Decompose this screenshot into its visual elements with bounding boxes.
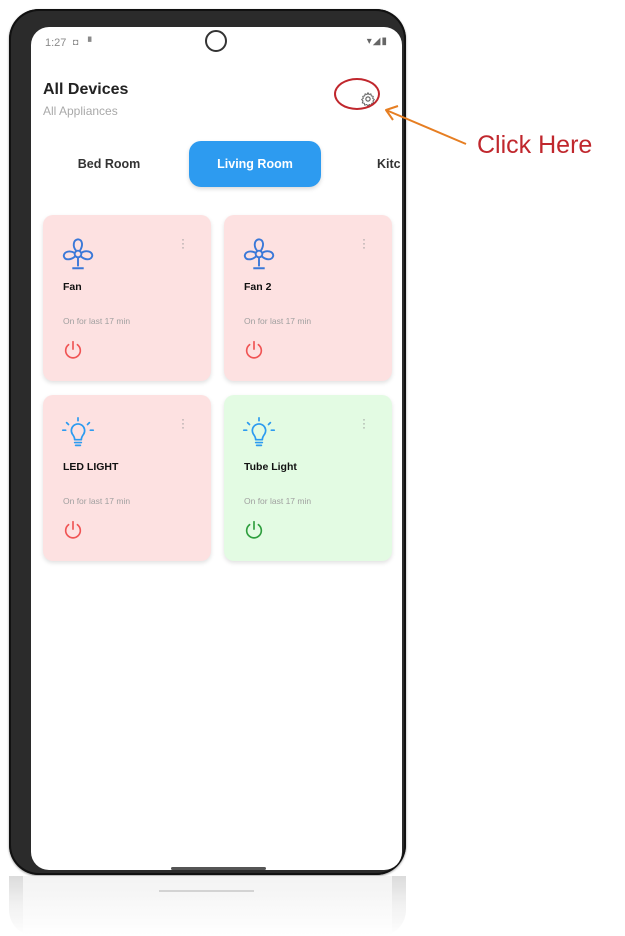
fan-icon: [62, 238, 94, 270]
home-indicator[interactable]: [171, 867, 266, 870]
power-icon[interactable]: [243, 519, 265, 541]
notification-icon: ◘: [73, 37, 79, 47]
device-menu-icon[interactable]: · · ·: [362, 413, 366, 433]
front-camera: [205, 30, 227, 52]
device-name: Fan: [63, 281, 82, 293]
device-menu-icon[interactable]: · · ·: [181, 413, 185, 433]
bulb-icon: [242, 416, 276, 447]
device-card-tube-light[interactable]: · · · Tube Light On for last 17 min: [224, 395, 392, 561]
device-menu-icon[interactable]: · · ·: [181, 233, 185, 253]
tab-living-room[interactable]: Living Room: [189, 141, 321, 187]
device-card-fan[interactable]: · · · Fan On for last 17 min: [43, 215, 211, 381]
power-icon[interactable]: [243, 339, 265, 361]
tab-bed-room[interactable]: Bed Room: [39, 141, 179, 187]
page-subtitle: All Appliances: [43, 104, 118, 118]
signal-battery-icons: ▾◢▮: [366, 36, 388, 47]
device-name: Tube Light: [244, 461, 297, 473]
device-card-fan-2[interactable]: · · · Fan 2 On for last 17 min: [224, 215, 392, 381]
bulb-icon: [61, 416, 95, 447]
sd-card-icon: ▘: [88, 37, 95, 47]
reflection-bar: [159, 890, 254, 892]
phone-frame: 1:27 ◘ ▘ ▾◢▮ All Devices All Appliances …: [9, 9, 406, 875]
device-status: On for last 17 min: [244, 496, 312, 506]
device-status: On for last 17 min: [63, 316, 131, 326]
status-time: 1:27: [45, 37, 67, 49]
power-icon[interactable]: [62, 519, 84, 541]
power-icon[interactable]: [62, 339, 84, 361]
fan-icon: [243, 238, 275, 270]
annotation-highlight-ellipse: [334, 78, 380, 110]
reflection-screen: [23, 876, 392, 936]
room-tabs: Bed Room Living Room Kitc: [31, 141, 402, 187]
page-title: All Devices: [43, 81, 129, 98]
device-name: Fan 2: [244, 281, 272, 293]
device-menu-icon[interactable]: · · ·: [362, 233, 366, 253]
app-screen: 1:27 ◘ ▘ ▾◢▮ All Devices All Appliances …: [31, 27, 402, 870]
device-name: LED LIGHT: [63, 461, 119, 473]
phone-reflection: [9, 876, 406, 936]
tab-kitchen[interactable]: Kitc: [377, 141, 402, 187]
annotation-label: Click Here: [477, 131, 593, 159]
status-bar: 1:27 ◘ ▘ ▾◢▮: [31, 27, 402, 57]
device-card-led-light[interactable]: · · · LED LIGHT On for last 17 min: [43, 395, 211, 561]
device-status: On for last 17 min: [63, 496, 131, 506]
device-status: On for last 17 min: [244, 316, 312, 326]
